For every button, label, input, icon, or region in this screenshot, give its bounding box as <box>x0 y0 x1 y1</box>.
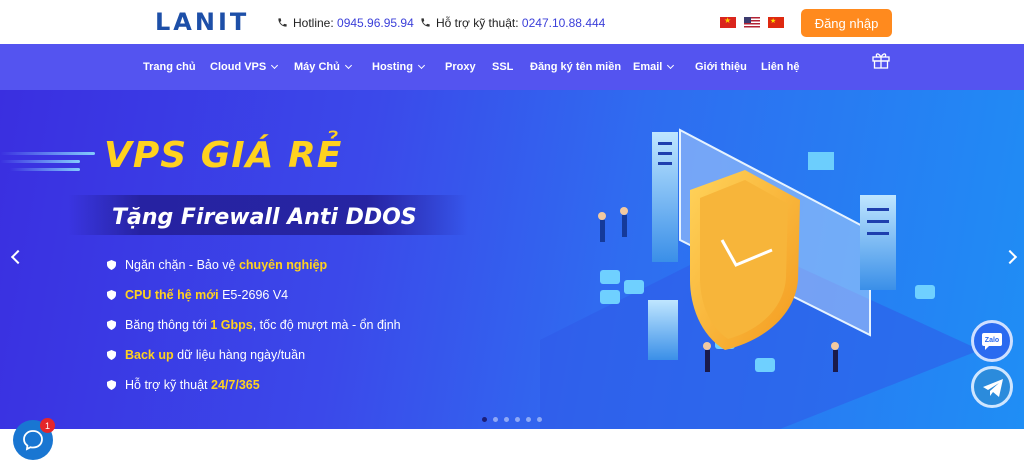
phone-icon <box>421 18 430 27</box>
slider-dot[interactable] <box>482 417 487 422</box>
nav-label: Cloud VPS <box>210 61 267 73</box>
support-line: Hỗ trợ kỹ thuật: 0247.10.88.444 <box>420 16 605 30</box>
shield-icon <box>107 260 116 270</box>
chevron-down-icon <box>344 61 352 70</box>
nav-item-ssl[interactable]: SSL <box>492 61 513 73</box>
feature-highlight: Back up <box>125 348 174 362</box>
hotline-label: Hotline: <box>293 16 334 30</box>
notification-badge: 1 <box>40 418 55 433</box>
feature-highlight: CPU thế hệ mới <box>125 288 219 302</box>
feature-highlight: 24/7/365 <box>211 378 260 392</box>
phone-icon <box>278 18 287 27</box>
nav-label: Hosting <box>372 61 413 73</box>
nav-label: Email <box>633 61 663 73</box>
hero-banner: VPS GIÁ RẺ Tặng Firewall Anti DDOS Ngăn … <box>0 90 1024 429</box>
feature-text: E5-2696 V4 <box>218 288 289 302</box>
lanit-logo[interactable]: LANIT <box>155 8 246 38</box>
nav-item-servers[interactable]: Máy Chủ <box>294 61 352 73</box>
nav-item-home[interactable]: Trang chủ <box>143 61 196 73</box>
support-number[interactable]: 0247.10.88.444 <box>522 16 605 30</box>
nav-label: Đăng ký tên miền <box>530 61 622 73</box>
feature-highlight: chuyên nghiệp <box>238 258 328 272</box>
feature-item: Ngăn chặn - Bảo vệ chuyên nghiệp <box>107 258 327 272</box>
feature-text: Hỗ trợ kỹ thuật <box>125 378 212 392</box>
feature-text: Ngăn chặn - Bảo vệ <box>125 258 239 272</box>
slider-dot[interactable] <box>504 417 509 422</box>
feature-item: Băng thông tới 1 Gbps, tốc độ mượt mà - … <box>107 318 401 332</box>
slider-dot[interactable] <box>515 417 520 422</box>
slider-prev-icon[interactable] <box>10 249 26 265</box>
gift-icon[interactable] <box>871 50 891 70</box>
slider-dot[interactable] <box>493 417 498 422</box>
nav-item-cloud-vps[interactable]: Cloud VPS <box>210 61 279 73</box>
nav-label: Trang chủ <box>143 61 196 73</box>
nav-label: Máy Chủ <box>294 61 340 73</box>
nav-label: Liên hệ <box>761 61 800 73</box>
nav-label: Giới thiệu <box>695 61 747 73</box>
security-illustration <box>540 128 980 429</box>
nav-item-proxy[interactable]: Proxy <box>445 61 476 73</box>
shield-icon <box>107 380 116 390</box>
banner-subtitle: Tặng Firewall Anti DDOS <box>112 205 417 230</box>
china-flag-icon[interactable] <box>768 17 784 28</box>
feature-highlight: 1 Gbps <box>210 318 253 332</box>
feature-item: Hỗ trợ kỹ thuật 24/7/365 <box>107 378 260 392</box>
vietnam-flag-icon[interactable] <box>720 16 736 28</box>
zalo-chat-button[interactable]: Zalo <box>971 320 1013 362</box>
feature-text: , tốc độ mượt mà - ổn định <box>252 318 401 332</box>
banner-headline: VPS GIÁ RẺ <box>104 135 343 176</box>
shield-icon <box>107 320 116 330</box>
nav-item-contact[interactable]: Liên hệ <box>761 61 800 73</box>
light-streak <box>10 168 80 171</box>
hotline: Hotline: 0945.96.95.94 <box>277 16 414 30</box>
slider-next-icon[interactable] <box>1002 249 1018 265</box>
feature-text: dữ liệu hàng ngày/tuần <box>173 348 306 362</box>
nav-item-email[interactable]: Email <box>633 61 675 73</box>
telegram-icon <box>983 379 1003 397</box>
feature-item: CPU thế hệ mới E5-2696 V4 <box>107 288 288 302</box>
us-flag-icon[interactable] <box>744 17 760 28</box>
hotline-number[interactable]: 0945.96.95.94 <box>337 16 414 30</box>
feature-item: Back up dữ liệu hàng ngày/tuần <box>107 348 305 362</box>
shield-icon <box>107 350 116 360</box>
zalo-label: Zalo <box>984 337 1000 344</box>
telegram-button[interactable] <box>971 366 1013 408</box>
nav-item-domain[interactable]: Đăng ký tên miền <box>530 61 621 73</box>
light-streak <box>0 152 95 155</box>
logo-text: LANIT <box>155 8 250 36</box>
slider-dot[interactable] <box>526 417 531 422</box>
light-streak <box>0 160 80 163</box>
support-label: Hỗ trợ kỹ thuật: <box>436 16 519 30</box>
shield-icon <box>107 290 116 300</box>
slider-dots <box>482 417 542 422</box>
login-button[interactable]: Đăng nhập <box>801 9 892 37</box>
nav-item-about[interactable]: Giới thiệu <box>695 61 747 73</box>
feature-text: Băng thông tới <box>125 318 211 332</box>
nav-label: SSL <box>492 61 514 73</box>
chevron-down-icon <box>667 61 675 70</box>
nav-item-hosting[interactable]: Hosting <box>372 61 425 73</box>
chevron-down-icon <box>417 61 425 70</box>
nav-label: Proxy <box>445 61 476 73</box>
slider-dot[interactable] <box>537 417 542 422</box>
chevron-down-icon <box>271 61 279 70</box>
top-bar: LANIT Hotline: 0945.96.95.94 Hỗ trợ kỹ t… <box>0 0 1024 44</box>
chat-bubble-icon <box>23 430 43 451</box>
